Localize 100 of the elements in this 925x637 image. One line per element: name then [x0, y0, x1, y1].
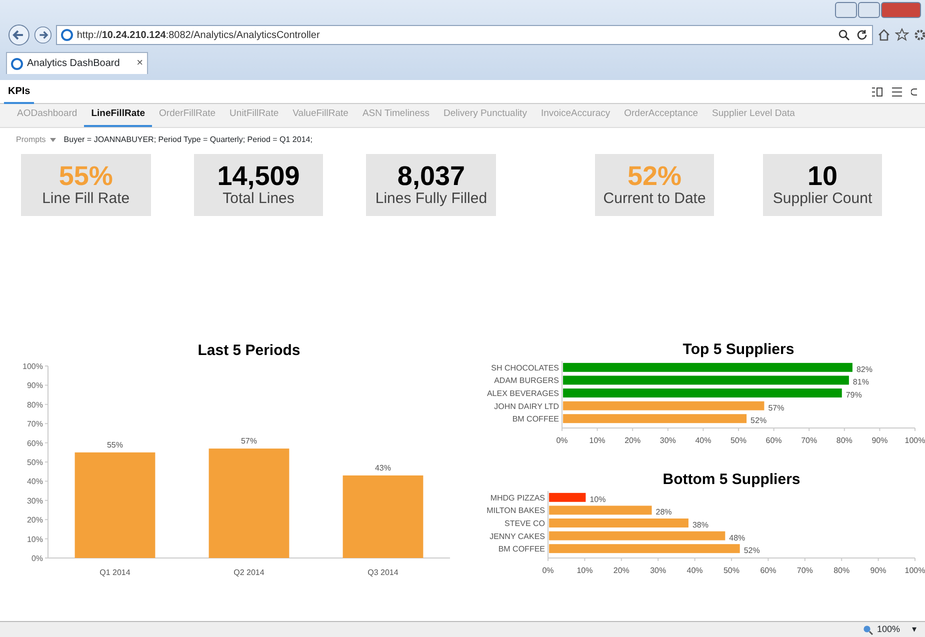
axis-tick-label: ALEX BEVERAGES	[486, 389, 559, 398]
axis-tick-label: 0%	[31, 554, 43, 563]
address-field[interactable]: http://10.24.210.124:8082/Analytics/AnalyticsController	[56, 25, 874, 45]
axis-tick-label: 30%	[650, 566, 666, 575]
data-label: 55%	[107, 440, 123, 450]
axis-tick-label: 20%	[624, 436, 641, 445]
tab-title: Analytics DashBoard	[27, 57, 121, 71]
axis-tick-label: 10%	[26, 534, 43, 544]
kpi-label: Total Lines	[222, 190, 294, 208]
data-label: 38%	[692, 520, 708, 530]
nav-tab[interactable]: Supplier Level Data	[705, 104, 802, 127]
nav-tab[interactable]: OrderFillRate	[152, 104, 223, 127]
nav-tab[interactable]: ASN Timeliness	[355, 104, 437, 127]
axis-tick-label: 0%	[556, 436, 568, 445]
layout-icon[interactable]	[871, 86, 883, 96]
nav-tab[interactable]: InvoiceAccuracy	[534, 104, 618, 127]
axis-tick-label: 70%	[796, 566, 813, 575]
axis-tick-label: 30%	[26, 496, 43, 506]
kpi-value: 52%	[628, 162, 682, 190]
nav-tab[interactable]: ValueFillRate	[286, 104, 356, 127]
axis-tick-label: JOHN DAIRY LTD	[494, 402, 559, 411]
nav-tab[interactable]: LineFillRate	[84, 104, 152, 127]
axis-tick-label: 60%	[766, 436, 782, 445]
axis-tick-label: 80%	[836, 436, 852, 445]
axis-tick-label: 50%	[26, 458, 43, 467]
search-icon[interactable]	[838, 29, 852, 41]
maximize-button[interactable]	[858, 2, 880, 18]
axis-tick-label: 60%	[26, 438, 43, 448]
zoom-level[interactable]: 100%	[876, 622, 900, 636]
data-label: 52%	[744, 546, 760, 556]
browser-icon	[11, 58, 23, 70]
kpi-value: 14,509	[217, 162, 300, 190]
axis-tick-label: Q1 2014	[100, 568, 130, 577]
nav-tab[interactable]: OrderAcceptance	[617, 104, 706, 127]
axis-tick-label: ADAM BURGERS	[494, 376, 559, 386]
prompts-dropdown[interactable]: Prompts	[16, 134, 56, 146]
zoom-icon	[862, 624, 873, 634]
nav-tab[interactable]: Delivery Punctuality	[436, 104, 534, 127]
axis-tick-label: 20%	[26, 516, 43, 525]
axis-tick-label: 50%	[730, 436, 746, 445]
axis-tick-label: 20%	[613, 566, 630, 575]
axis-tick-label: 30%	[660, 436, 676, 445]
axis-tick-label: 70%	[26, 420, 43, 429]
settings-icon[interactable]	[913, 28, 925, 42]
chart-title: Top 5 Suppliers	[682, 341, 794, 358]
kpi-value: 55%	[58, 162, 113, 190]
kpi-value: 8,037	[397, 162, 465, 190]
axis-tick-label: 40%	[26, 477, 43, 486]
axis-tick-label: 60%	[760, 566, 776, 575]
axis-tick-label: JENNY CAKES	[490, 532, 545, 541]
axis-tick-label: BM COFFEE	[512, 414, 559, 424]
axis-tick-label: SH CHOCOLATES	[491, 363, 559, 372]
browser-icon	[60, 29, 73, 41]
data-label: 57%	[768, 403, 784, 412]
data-label: 52%	[750, 416, 767, 426]
star-icon[interactable]	[895, 28, 910, 42]
axis-tick-label: 40%	[695, 436, 712, 445]
data-label: 48%	[729, 533, 746, 542]
kpi-label: Line Fill Rate	[42, 190, 130, 208]
data-label: 79%	[846, 390, 862, 400]
minimize-button[interactable]	[835, 2, 857, 18]
axis-tick-label: 50%	[724, 566, 740, 575]
prompt-summary: Buyer = JOANNABUYER; Period Type = Quarterly; Period = Q1 2014;	[64, 134, 312, 146]
refresh-icon[interactable]	[856, 29, 868, 41]
data-label: 82%	[856, 364, 872, 374]
axis-tick-label: 80%	[26, 400, 43, 410]
axis-tick-label: 100%	[22, 362, 43, 371]
chart-title: Last 5 Periods	[198, 342, 300, 359]
axis-tick-label: 80%	[834, 566, 850, 575]
zoom-dropdown-caret[interactable]: ▾	[912, 622, 917, 636]
axis-tick-label: Q2 2014	[234, 568, 264, 577]
axis-tick-label: 10%	[589, 436, 606, 445]
kpi-value: 10	[807, 162, 838, 190]
forward-button[interactable]	[34, 26, 52, 44]
chart-title: Bottom 5 Suppliers	[662, 471, 800, 488]
home-icon[interactable]	[877, 28, 892, 42]
axis-tick-label: STEVE CO	[504, 519, 545, 528]
kpi-label: Lines Fully Filled	[375, 190, 488, 208]
data-label: 43%	[375, 463, 391, 472]
axis-tick-label: 40%	[686, 566, 703, 575]
undo-icon[interactable]	[911, 86, 917, 96]
data-label: 28%	[656, 508, 672, 517]
nav-tab[interactable]: UnitFillRate	[222, 104, 286, 127]
kpi-label: Current to Date	[603, 190, 706, 208]
caret-icon	[50, 138, 56, 142]
axis-tick-label: 100%	[904, 436, 925, 445]
axis-tick-label: 90%	[872, 436, 888, 445]
axis-tick-label: 100%	[904, 566, 925, 575]
menu-icon[interactable]	[891, 86, 903, 96]
nav-tab[interactable]: AODashboard	[10, 104, 84, 127]
axis-tick-label: 90%	[870, 566, 886, 575]
axis-tick-label: MHDG PIZZAS	[490, 493, 545, 502]
close-tab-button[interactable]: ×	[136, 58, 143, 69]
axis-tick-label: 10%	[576, 566, 593, 575]
back-button[interactable]	[8, 24, 30, 46]
data-label: 57%	[241, 436, 257, 446]
browser-tab[interactable]: Analytics DashBoard ×	[6, 52, 148, 74]
axis-tick-label: Q3 2014	[368, 568, 398, 577]
axis-tick-label: MILTON BAKES	[486, 506, 545, 516]
axis-tick-label: BM COFFEE	[498, 544, 545, 554]
